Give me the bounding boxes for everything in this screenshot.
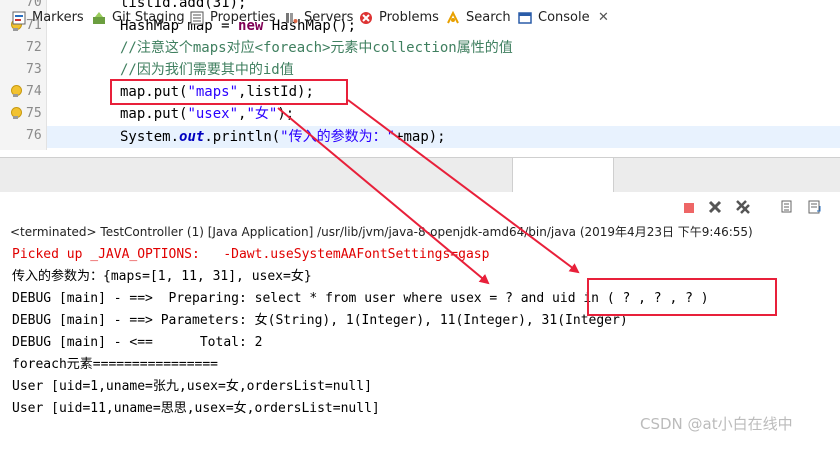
console-line: DEBUG [main] - <== Total: 2 [12,335,263,350]
annotation-box-uid-in [587,278,777,316]
console-line: User [uid=11,uname=思思,usex=女,ordersList=… [12,401,380,416]
lightbulb-warning-icon[interactable] [10,85,22,97]
close-icon[interactable]: ✕ [598,8,609,28]
scroll-lock-icon[interactable] [780,200,794,214]
console-icon [518,12,532,24]
word-wrap-icon[interactable] [808,200,822,214]
git-staging-icon [93,12,105,24]
gutter-line: 75 [0,103,46,125]
problems-icon [360,12,372,24]
view-tab-bar [0,157,840,193]
tab-console[interactable]: Console ✕ [518,8,612,28]
console-line: Picked up _JAVA_OPTIONS: -Dawt.useSystem… [12,247,490,262]
search-icon [447,11,459,24]
terminate-icon[interactable] [682,201,696,215]
remove-all-icon[interactable] [736,200,750,214]
code-comment-line[interactable]: //注意这个maps对应<foreach>元素中collection属性的值 [120,37,513,59]
annotation-box-map-put [110,79,348,105]
servers-icon [286,13,298,23]
watermark: CSDN @at小白在线中 [640,415,793,433]
console-line: foreach元素================ [12,357,219,372]
launch-status-line: <terminated> TestController (1) [Java Ap… [10,225,753,239]
console-line: User [uid=1,uname=张九,usex=女,ordersList=n… [12,379,372,394]
console-line: 传入的参数为：{maps=[1, 11, 31], usex=女} [12,269,312,284]
tab-console-active-bg [512,157,614,193]
console-line: DEBUG [main] - ==> Parameters: 女(String)… [12,313,628,328]
gutter-line: 76 [26,128,42,143]
code-line[interactable]: System.out.println("传入的参数为："+map); [120,126,446,148]
gutter-line: 72 [26,40,42,55]
gutter-line: 73 [26,62,42,77]
properties-icon [190,11,204,25]
code-comment-line[interactable]: //因为我们需要其中的id值 [120,59,294,81]
code-line[interactable]: map.put("usex","女"); [120,103,294,125]
markers-icon [12,11,26,25]
lightbulb-warning-icon[interactable] [10,107,22,119]
gutter-line: 74 [0,81,46,103]
remove-launch-icon[interactable] [708,200,722,214]
